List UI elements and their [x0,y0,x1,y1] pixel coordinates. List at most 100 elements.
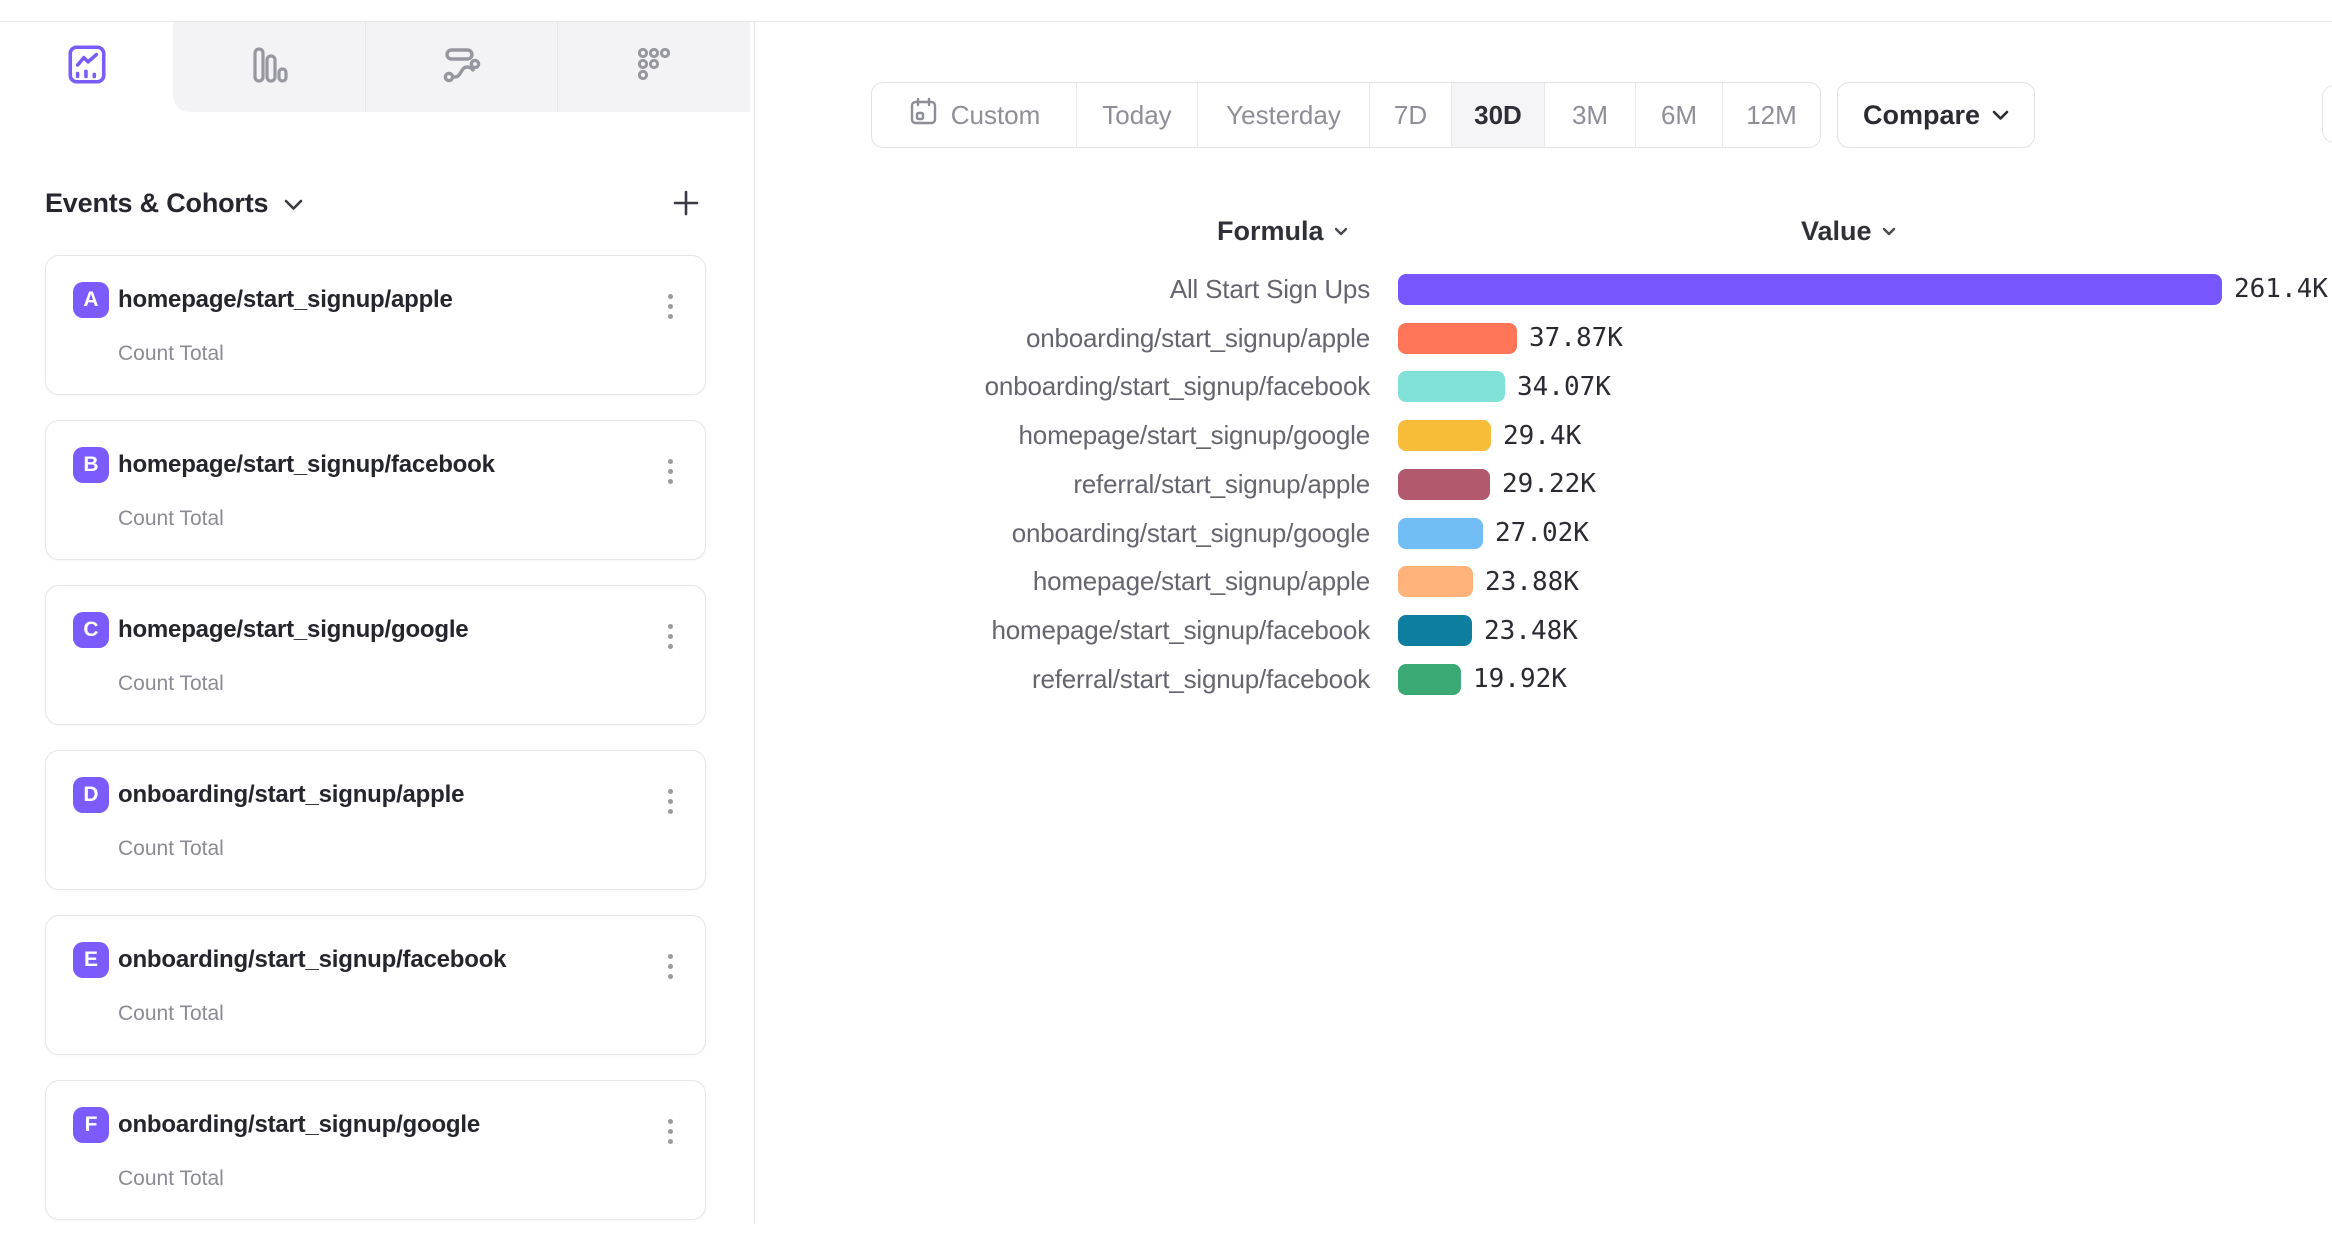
flows-icon [440,43,484,92]
series-label: homepage/start_signup/apple [758,566,1370,597]
event-metric[interactable]: Count Total [118,672,224,696]
range-7d[interactable]: 7D [1369,83,1451,147]
bar-chart: All Start Sign Ups 261.4K onboarding/start… [758,265,2332,704]
bar-value-label: 29.22K [1502,469,1596,499]
range-label: Today [1102,100,1171,131]
value-bar[interactable] [1398,420,1491,451]
range-12m[interactable]: 12M [1722,83,1820,147]
event-name: onboarding/start_signup/facebook [118,946,506,974]
chart-row: homepage/start_signup/google29.4K [758,411,2332,460]
kebab-menu-button[interactable] [657,946,683,986]
events-cohorts-header: Events & Cohorts [45,181,706,225]
value-bar[interactable] [1398,518,1483,549]
bar-chart-icon [247,43,291,92]
event-card[interactable]: C homepage/start_signup/google Count Tot… [45,585,706,725]
event-card[interactable]: A homepage/start_signup/apple Count Tota… [45,255,706,395]
bar-value-label: 37.87K [1529,323,1623,353]
bar-value-label: 261.4K [2234,274,2328,304]
kebab-icon [668,1119,673,1124]
range-today[interactable]: Today [1076,83,1197,147]
range-6m[interactable]: 6M [1635,83,1722,147]
tab-bar-report[interactable] [173,22,365,112]
kebab-icon [668,459,673,464]
formula-column-header[interactable]: Formula [1217,212,1348,250]
event-letter-badge: C [73,612,109,648]
sidebar-divider [754,22,755,1224]
range-label: Yesterday [1226,100,1341,131]
series-label: homepage/start_signup/facebook [758,615,1370,646]
bar-value-label: 19.92K [1473,664,1567,694]
series-label: onboarding/start_signup/apple [758,323,1370,354]
range-custom[interactable]: Custom [872,83,1076,147]
clipped-toolbar-button[interactable] [2322,85,2332,143]
value-bar[interactable] [1398,323,1517,354]
series-label: referral/start_signup/facebook [758,664,1370,695]
value-bar[interactable] [1398,274,2222,305]
event-card-list: A homepage/start_signup/apple Count Tota… [45,255,706,1245]
kebab-icon [668,954,673,959]
chevron-down-icon [1882,227,1896,236]
date-range-control: Custom Today Yesterday 7D30D3M6M 12M [871,82,1821,148]
tab-insights[interactable] [0,22,173,112]
event-name: homepage/start_signup/facebook [118,451,495,479]
tab-retention-report[interactable] [557,22,750,112]
chart-row: homepage/start_signup/facebook23.48K [758,606,2332,655]
event-metric[interactable]: Count Total [118,1002,224,1026]
kebab-menu-button[interactable] [657,286,683,326]
kebab-menu-button[interactable] [657,1111,683,1151]
range-yesterday[interactable]: Yesterday [1197,83,1369,147]
value-bar[interactable] [1398,371,1505,402]
compare-button[interactable]: Compare [1837,82,2035,148]
calendar-icon [908,96,939,134]
value-bar[interactable] [1398,615,1472,646]
bar-value-label: 23.88K [1485,567,1579,597]
kebab-icon [668,789,673,794]
range-3m[interactable]: 3M [1544,83,1635,147]
tab-flows-report[interactable] [365,22,558,112]
event-card[interactable]: B homepage/start_signup/facebook Count T… [45,420,706,560]
chevron-down-icon [284,199,303,211]
series-label: All Start Sign Ups [758,274,1370,305]
chevron-down-icon [1334,227,1348,236]
event-card[interactable]: F onboarding/start_signup/google Count T… [45,1080,706,1220]
event-metric[interactable]: Count Total [118,1167,224,1191]
chart-row: All Start Sign Ups 261.4K [758,265,2332,314]
bar-value-label: 29.4K [1503,421,1581,451]
compare-label: Compare [1863,100,1980,131]
event-card[interactable]: D onboarding/start_signup/apple Count To… [45,750,706,890]
add-event-button[interactable] [666,183,706,223]
series-label: onboarding/start_signup/facebook [758,371,1370,402]
bar-value-label: 34.07K [1517,372,1611,402]
event-metric[interactable]: Count Total [118,342,224,366]
event-name: onboarding/start_signup/apple [118,781,464,809]
event-name: homepage/start_signup/apple [118,286,453,314]
event-letter-badge: A [73,282,109,318]
report-type-tabbar [0,22,754,112]
value-bar[interactable] [1398,469,1490,500]
formula-header-label: Formula [1217,216,1324,247]
insights-line-chart-icon [64,42,110,93]
event-letter-badge: D [73,777,109,813]
kebab-menu-button[interactable] [657,616,683,656]
event-letter-badge: F [73,1107,109,1143]
kebab-icon [668,294,673,299]
retention-dots-icon [632,43,676,92]
chart-row: referral/start_signup/apple29.22K [758,460,2332,509]
range-30d[interactable]: 30D [1451,83,1544,147]
value-bar[interactable] [1398,664,1461,695]
value-column-header[interactable]: Value [1801,212,1896,250]
range-label: 12M [1746,100,1797,131]
event-letter-badge: E [73,942,109,978]
bar-value-label: 27.02K [1495,518,1589,548]
events-cohorts-title[interactable]: Events & Cohorts [45,188,268,219]
event-metric[interactable]: Count Total [118,837,224,861]
chart-row: onboarding/start_signup/apple 37.87K [758,314,2332,363]
chart-row: homepage/start_signup/apple 23.88K [758,558,2332,607]
kebab-menu-button[interactable] [657,451,683,491]
event-metric[interactable]: Count Total [118,507,224,531]
value-bar[interactable] [1398,566,1473,597]
kebab-menu-button[interactable] [657,781,683,821]
event-card[interactable]: E onboarding/start_signup/facebook Count… [45,915,706,1055]
event-name: onboarding/start_signup/google [118,1111,480,1139]
chart-row: referral/start_signup/facebook 19.92K [758,655,2332,704]
